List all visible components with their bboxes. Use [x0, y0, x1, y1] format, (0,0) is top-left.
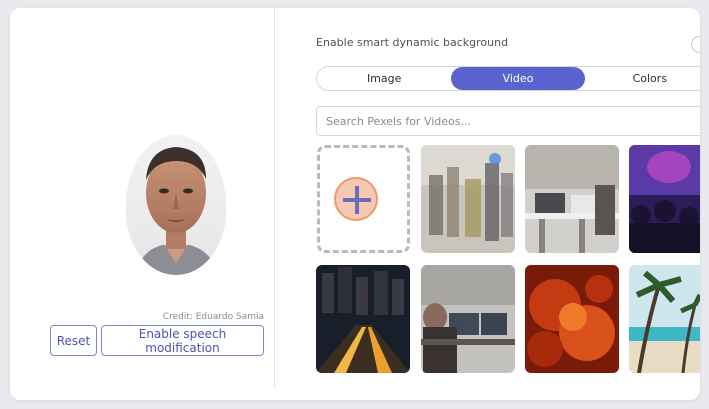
enable-speech-modification-button[interactable]: Enable speech modification	[101, 325, 264, 356]
upload-video-tile[interactable]	[317, 145, 410, 253]
video-thumbnail-computer-user[interactable]	[421, 265, 515, 373]
video-thumbnail-city-night[interactable]	[316, 265, 410, 373]
background-panel: Enable smart dynamic background Image Vi…	[275, 8, 700, 400]
smart-background-toggle[interactable]	[691, 36, 700, 53]
video-thumbnail-concert[interactable]	[629, 145, 700, 253]
background-settings-card: Credit: Eduardo Samia Reset Enable speec…	[10, 8, 700, 400]
background-type-tabs: Image Video Colors	[316, 66, 700, 91]
tab-image[interactable]: Image	[317, 67, 451, 90]
preview-panel: Credit: Eduardo Samia Reset Enable speec…	[10, 8, 274, 400]
video-thumbnail-crowd-walking[interactable]	[421, 145, 515, 253]
reset-button[interactable]: Reset	[50, 325, 97, 356]
smart-background-label: Enable smart dynamic background	[316, 36, 509, 49]
tab-video[interactable]: Video	[451, 67, 585, 90]
video-credit: Credit: Eduardo Samia	[162, 312, 264, 322]
add-icon[interactable]	[334, 177, 378, 221]
presenter-avatar	[126, 135, 226, 275]
video-search-input[interactable]	[316, 106, 700, 136]
tab-colors[interactable]: Colors	[585, 67, 700, 90]
video-thumbnail-office[interactable]	[525, 145, 619, 253]
video-thumbnail-beach[interactable]	[629, 265, 700, 373]
video-thumbnail-fire[interactable]	[525, 265, 619, 373]
